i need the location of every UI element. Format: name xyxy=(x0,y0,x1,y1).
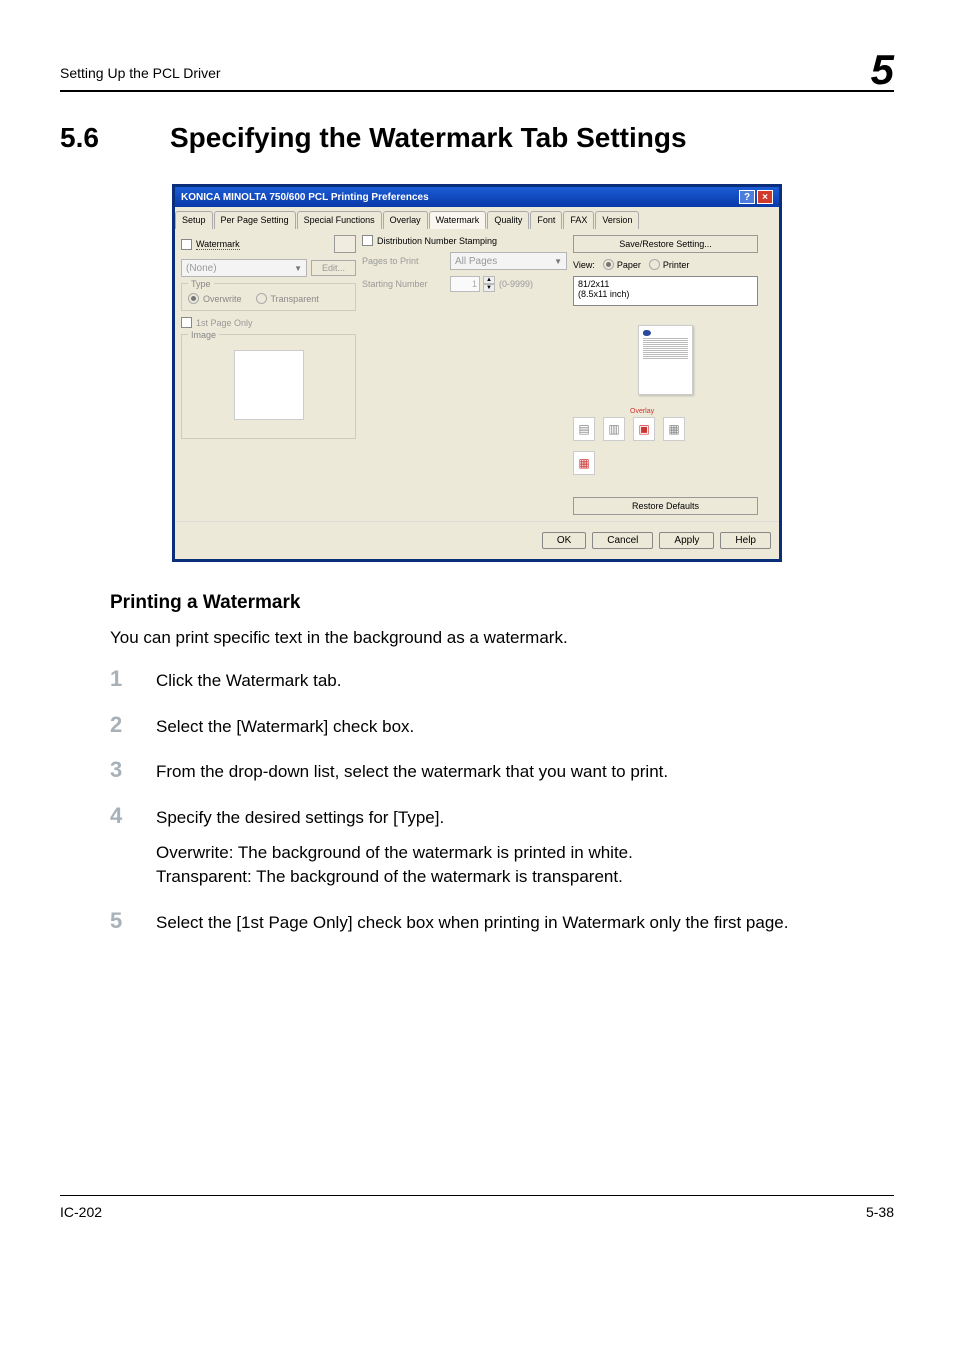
step-body: Select the [1st Page Only] check box whe… xyxy=(156,911,894,936)
step-3: 3 From the drop-down list, select the wa… xyxy=(110,757,894,785)
view-printer-label: Printer xyxy=(663,260,690,270)
type-group-title: Type xyxy=(188,279,214,289)
section-heading: 5.6 Specifying the Watermark Tab Setting… xyxy=(60,122,894,154)
help-icon[interactable]: ? xyxy=(739,190,755,204)
starting-number-stepper[interactable]: ▲▼ xyxy=(483,276,495,292)
starting-number-input[interactable]: 1 xyxy=(450,276,480,292)
page-header: Setting Up the PCL Driver 5 xyxy=(60,40,894,92)
watermark-preview-icon[interactable] xyxy=(334,235,356,253)
step-4-sub2: Transparent: The background of the water… xyxy=(156,865,894,890)
step-body: Click the Watermark tab. xyxy=(156,669,894,694)
cancel-button[interactable]: Cancel xyxy=(592,532,653,549)
overwrite-radio-label: Overwrite xyxy=(203,294,242,304)
dialog-title: KONICA MINOLTA 750/600 PCL Printing Pref… xyxy=(181,192,429,203)
save-restore-setting-button[interactable]: Save/Restore Setting... xyxy=(573,235,758,253)
chapter-number: 5 xyxy=(871,46,894,93)
print-preferences-dialog: KONICA MINOLTA 750/600 PCL Printing Pref… xyxy=(172,184,782,562)
page-footer: IC-202 5-38 xyxy=(60,1195,894,1220)
ok-button[interactable]: OK xyxy=(542,532,586,549)
section-number: 5.6 xyxy=(60,122,130,154)
tab-overlay[interactable]: Overlay xyxy=(383,211,428,229)
help-button[interactable]: Help xyxy=(720,532,771,549)
tab-fax[interactable]: FAX xyxy=(563,211,594,229)
type-group: Type Overwrite Transparent xyxy=(181,283,356,311)
distribution-number-stamping-checkbox[interactable] xyxy=(362,235,373,246)
steps-list: 1 Click the Watermark tab. 2 Select the … xyxy=(110,666,894,935)
transparent-radio[interactable] xyxy=(256,293,267,304)
overlay-icon[interactable]: ▣ Overlay xyxy=(633,417,655,441)
preview-icon-row-1: ▤ ▥ ▣ Overlay ▦ xyxy=(573,417,758,441)
section-title: Specifying the Watermark Tab Settings xyxy=(170,122,687,154)
step-body: Select the [Watermark] check box. xyxy=(156,715,894,740)
grid-icon[interactable]: ▦ xyxy=(663,417,685,441)
overwrite-radio[interactable] xyxy=(188,293,199,304)
pages-to-print-label: Pages to Print xyxy=(362,256,446,266)
restore-defaults-button[interactable]: Restore Defaults xyxy=(573,497,758,515)
tab-setup[interactable]: Setup xyxy=(175,211,213,229)
layout-icon[interactable]: ▤ xyxy=(573,417,595,441)
tab-special-functions[interactable]: Special Functions xyxy=(297,211,382,229)
step-4-sub1: Overwrite: The background of the waterma… xyxy=(156,841,894,866)
view-label: View: xyxy=(573,260,595,270)
thumbnail-icon[interactable]: ▦ xyxy=(573,451,595,475)
chevron-down-icon: ▼ xyxy=(294,264,302,273)
step-4-main: Specify the desired settings for [Type]. xyxy=(156,806,894,831)
image-group-title: Image xyxy=(188,330,219,340)
tab-watermark[interactable]: Watermark xyxy=(429,211,487,229)
step-number: 3 xyxy=(110,757,130,783)
pages-to-print-dropdown[interactable]: All Pages ▼ xyxy=(450,252,567,270)
tab-font[interactable]: Font xyxy=(530,211,562,229)
step-4: 4 Specify the desired settings for [Type… xyxy=(110,803,894,890)
tab-quality[interactable]: Quality xyxy=(487,211,529,229)
step-number: 1 xyxy=(110,666,130,692)
step-2: 2 Select the [Watermark] check box. xyxy=(110,712,894,740)
distribution-number-stamping-label: Distribution Number Stamping xyxy=(377,236,497,246)
first-page-only-checkbox[interactable] xyxy=(181,317,192,328)
step-number: 5 xyxy=(110,908,130,934)
step-body: From the drop-down list, select the wate… xyxy=(156,760,894,785)
tab-version[interactable]: Version xyxy=(595,211,639,229)
step-body: Specify the desired settings for [Type].… xyxy=(156,806,894,890)
transparent-radio-label: Transparent xyxy=(271,294,319,304)
watermark-preset-value: (None) xyxy=(186,263,217,274)
watermark-checkbox-label: Watermark xyxy=(196,239,240,250)
watermark-image-preview xyxy=(234,350,304,420)
view-paper-label: Paper xyxy=(617,260,641,270)
lead-paragraph: You can print specific text in the backg… xyxy=(110,628,894,648)
dialog-titlebar: KONICA MINOLTA 750/600 PCL Printing Pref… xyxy=(175,187,779,207)
pages-to-print-value: All Pages xyxy=(455,256,497,267)
starting-number-range: (0-9999) xyxy=(499,279,533,289)
overlay-icon-label: Overlay xyxy=(630,408,654,415)
dialog-tabs: Setup Per Page Setting Special Functions… xyxy=(175,207,779,229)
close-icon[interactable]: × xyxy=(757,190,773,204)
paper-preview xyxy=(573,312,758,407)
watermark-preset-dropdown[interactable]: (None) ▼ xyxy=(181,259,307,277)
first-page-only-label: 1st Page Only xyxy=(196,318,253,328)
apply-button[interactable]: Apply xyxy=(659,532,714,549)
view-printer-radio[interactable] xyxy=(649,259,660,270)
tab-per-page-setting[interactable]: Per Page Setting xyxy=(214,211,296,229)
step-5: 5 Select the [1st Page Only] check box w… xyxy=(110,908,894,936)
step-number: 2 xyxy=(110,712,130,738)
paper-size-list[interactable]: 81/2x11 (8.5x11 inch) xyxy=(573,276,758,306)
view-paper-radio[interactable] xyxy=(603,259,614,270)
edit-button[interactable]: Edit... xyxy=(311,260,356,276)
subheading: Printing a Watermark xyxy=(110,592,894,614)
watermark-checkbox[interactable] xyxy=(181,239,192,250)
dialog-button-row: OK Cancel Apply Help xyxy=(175,521,779,559)
chevron-down-icon: ▼ xyxy=(554,257,562,266)
page-icon[interactable]: ▥ xyxy=(603,417,625,441)
starting-number-label: Starting Number xyxy=(362,279,446,289)
image-group: Image xyxy=(181,334,356,439)
chapter-title: Setting Up the PCL Driver xyxy=(60,65,221,81)
footer-right: 5-38 xyxy=(866,1204,894,1220)
step-number: 4 xyxy=(110,803,130,829)
footer-left: IC-202 xyxy=(60,1204,102,1220)
step-1: 1 Click the Watermark tab. xyxy=(110,666,894,694)
